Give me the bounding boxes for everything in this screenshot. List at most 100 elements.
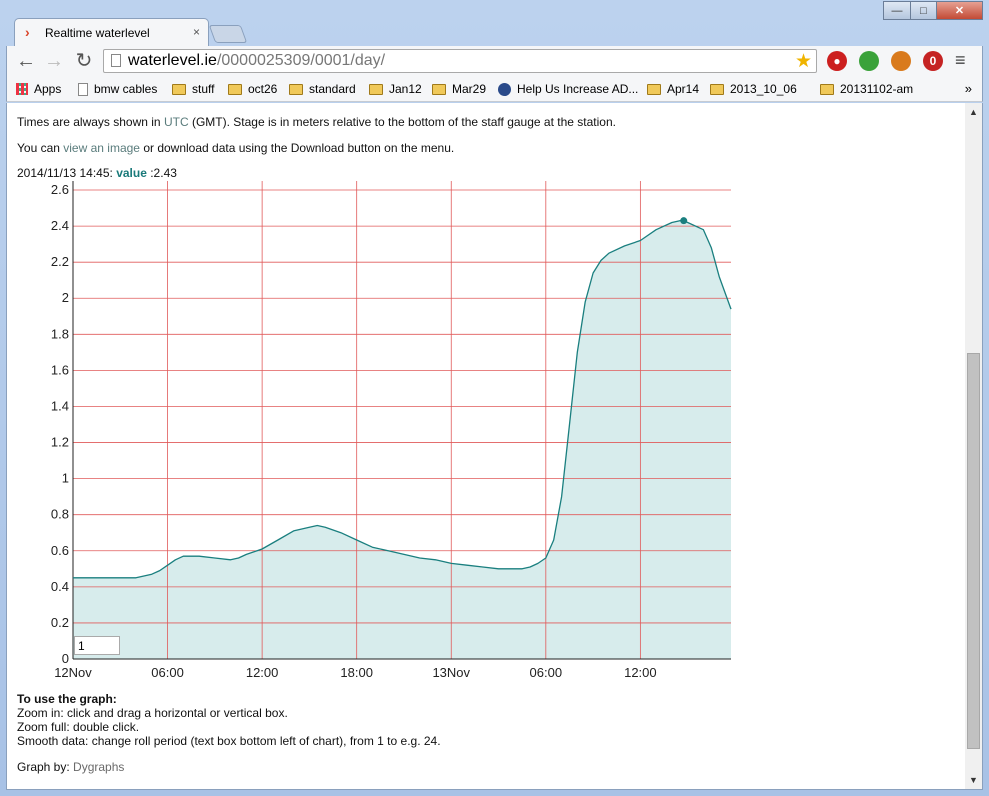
- scroll-up-arrow-icon[interactable]: ▲: [969, 107, 978, 117]
- stop-extension-icon[interactable]: ●: [827, 51, 847, 71]
- waterlevel-chart[interactable]: 0 0.2 0.4 0.6 0.8 1 1.2 1.4 1.6 1.8 2 2.2 2.4 2.6 12No…: [7, 173, 747, 693]
- y-tick-label: 1.8: [51, 326, 69, 341]
- maximize-button[interactable]: □: [910, 1, 937, 20]
- x-tick-label: 12:00: [246, 665, 279, 680]
- bookmark-item[interactable]: standard: [289, 82, 356, 96]
- bookmark-label: Help Us Increase AD...: [517, 82, 639, 96]
- star-icon[interactable]: ★: [795, 50, 812, 73]
- chevron-favicon-icon: ›: [25, 24, 30, 40]
- folder-icon: [710, 83, 724, 95]
- y-tick-label: 2.2: [51, 254, 69, 269]
- roll-period-input[interactable]: [74, 636, 120, 655]
- bookmarks-more-button[interactable]: »: [965, 81, 972, 96]
- intro-text: or download data using the Download butt…: [139, 141, 455, 155]
- apps-icon: [16, 83, 28, 95]
- scroll-down-arrow-icon[interactable]: ▼: [969, 775, 978, 785]
- folder-icon: [432, 83, 446, 95]
- tab-title: Realtime waterlevel: [45, 26, 150, 40]
- bookmark-label: stuff: [192, 82, 215, 96]
- y-tick-label: 1.6: [51, 362, 69, 377]
- bookmark-label: 2013_10_06: [730, 82, 797, 96]
- bookmark-item[interactable]: 20131102-am: [820, 82, 913, 96]
- bookmark-item[interactable]: Apps: [16, 82, 61, 96]
- y-tick-label: 1.2: [51, 435, 69, 450]
- folder-icon: [228, 83, 242, 95]
- x-tick-label: 06:00: [151, 665, 184, 680]
- folder-icon: [820, 83, 834, 95]
- folder-icon: [369, 83, 383, 95]
- bookmark-label: oct26: [248, 82, 278, 96]
- series-area-fill: [73, 220, 731, 659]
- reload-icon[interactable]: ↻: [73, 50, 95, 72]
- scroll-thumb[interactable]: [967, 353, 980, 749]
- tab-active[interactable]: › Realtime waterlevel ×: [14, 18, 209, 46]
- bookmark-item[interactable]: Mar29: [432, 82, 486, 96]
- globe-icon: [498, 82, 511, 96]
- browser-toolbar: ← → ↻ waterlevel.ie/0000025309/0001/day/…: [6, 46, 983, 78]
- bookmark-label: Apr14: [667, 82, 700, 96]
- y-tick-label: 0.2: [51, 615, 69, 630]
- minimize-button[interactable]: —: [883, 1, 911, 20]
- y-tick-label: 2.6: [51, 182, 69, 197]
- bookmark-label: standard: [309, 82, 356, 96]
- bookmark-item[interactable]: Apr14: [647, 82, 699, 96]
- close-window-button[interactable]: ✕: [936, 1, 983, 20]
- highlight-point: [680, 217, 688, 225]
- x-tick-label: 06:00: [530, 665, 563, 680]
- intro-text: (GMT). Stage is in meters relative to th…: [188, 115, 616, 129]
- new-tab-button[interactable]: [208, 25, 248, 43]
- dygraphs-link[interactable]: Dygraphs: [73, 760, 124, 774]
- bookmark-label: Jan12: [389, 82, 422, 96]
- x-tick-label: 13Nov: [432, 665, 470, 680]
- graph-by-text: Graph by:: [17, 760, 74, 774]
- tab-strip: › Realtime waterlevel × — □ ✕: [0, 0, 989, 46]
- vertical-scrollbar[interactable]: ▲ ▼: [965, 103, 982, 789]
- y-tick-label: 0.8: [51, 507, 69, 522]
- bookmark-item[interactable]: oct26: [228, 82, 277, 96]
- page-icon: [78, 82, 88, 96]
- x-tick-label: 12Nov: [54, 665, 92, 680]
- folder-icon: [172, 83, 186, 95]
- y-tick-label: 1: [62, 471, 69, 486]
- bookmark-item[interactable]: bmw cables: [78, 82, 157, 96]
- page-icon: [111, 54, 121, 67]
- howto-smooth: Smooth data: change roll period (text bo…: [17, 734, 441, 748]
- red-badge-extension-icon[interactable]: 0: [923, 51, 943, 71]
- y-tick-label: 0.4: [51, 579, 69, 594]
- folder-icon: [647, 83, 661, 95]
- page-content: Times are always shown in UTC (GMT). Sta…: [6, 103, 983, 790]
- url-host: waterlevel.ie: [128, 52, 217, 69]
- intro-text: You can: [17, 141, 64, 155]
- address-url[interactable]: waterlevel.ie/0000025309/0001/day/: [128, 52, 385, 70]
- x-tick-label: 18:00: [340, 665, 373, 680]
- globe-extension-icon[interactable]: [891, 51, 911, 71]
- view-image-link[interactable]: view an image: [63, 141, 140, 155]
- graph-by: Graph by: Dygraphs: [17, 760, 124, 774]
- intro-line-2: You can view an image or download data u…: [17, 141, 454, 155]
- back-arrow-icon[interactable]: ←: [15, 50, 37, 72]
- menu-icon[interactable]: ≡: [955, 50, 966, 71]
- folder-icon: [289, 83, 303, 95]
- forward-arrow-icon[interactable]: →: [43, 50, 65, 72]
- bookmarks-bar: Apps bmw cables stuff oct26 standard Jan12 Mar…: [6, 78, 983, 102]
- bookmark-label: Mar29: [452, 82, 487, 96]
- utc-link[interactable]: UTC: [164, 115, 189, 129]
- y-tick-label: 2: [62, 290, 69, 305]
- y-tick-label: 2.4: [51, 218, 69, 233]
- y-tick-label: 1.4: [51, 398, 69, 413]
- bookmark-label: 20131102-am: [840, 82, 914, 96]
- bookmark-label: Apps: [34, 82, 62, 96]
- howto-zoom-full: Zoom full: double click.: [17, 720, 140, 734]
- howto-zoom-in: Zoom in: click and drag a horizontal or …: [17, 706, 288, 720]
- y-tick-label: 0: [62, 651, 69, 666]
- bookmark-item[interactable]: 2013_10_06: [710, 82, 797, 96]
- bookmark-item[interactable]: stuff: [172, 82, 214, 96]
- bookmark-item[interactable]: Jan12: [369, 82, 422, 96]
- bookmark-item[interactable]: Help Us Increase AD...: [498, 82, 638, 96]
- y-tick-label: 0.6: [51, 543, 69, 558]
- green-pin-extension-icon[interactable]: [859, 51, 879, 71]
- address-bar[interactable]: waterlevel.ie/0000025309/0001/day/ ★: [103, 49, 817, 73]
- bookmark-label: bmw cables: [94, 82, 158, 96]
- tab-close-icon[interactable]: ×: [193, 25, 200, 39]
- x-tick-label: 12:00: [624, 665, 657, 680]
